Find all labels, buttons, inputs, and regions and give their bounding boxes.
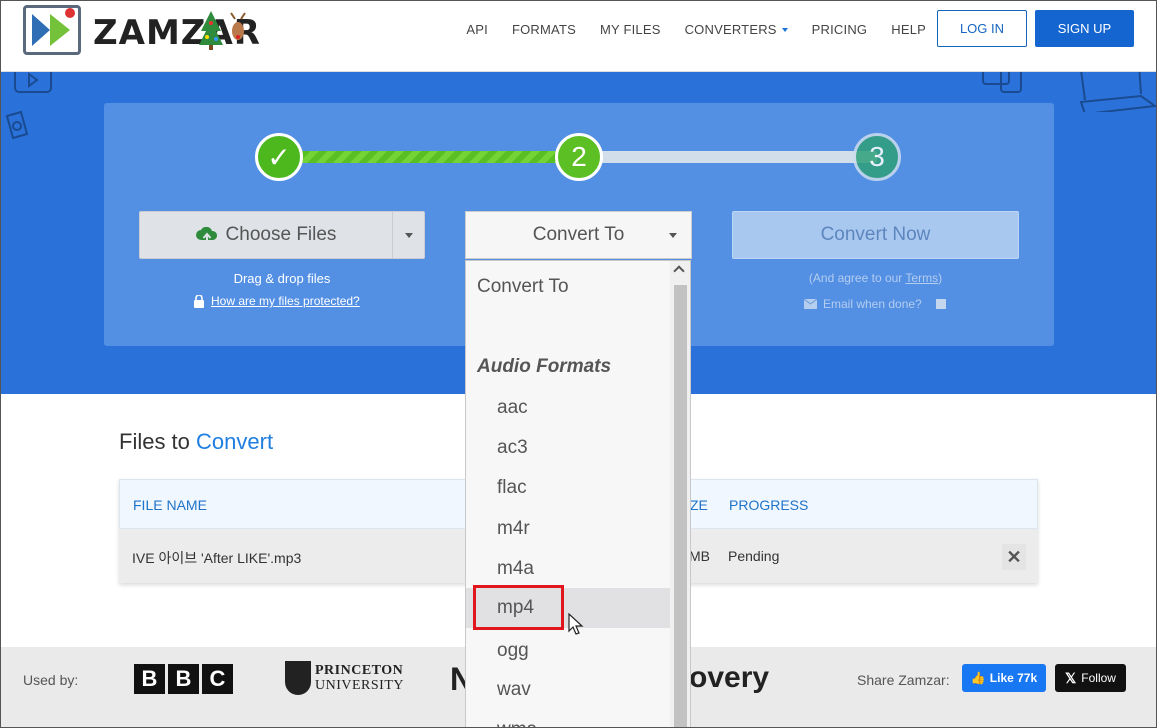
choose-files-button[interactable]: Choose Files xyxy=(139,211,425,259)
col-size: ZE xyxy=(690,497,708,513)
format-option-m4a[interactable]: m4a xyxy=(466,549,670,589)
convert-to-label: Convert To xyxy=(532,224,625,245)
logo-mark xyxy=(23,5,81,55)
signup-button[interactable]: SIGN UP xyxy=(1035,10,1134,47)
app-window: ZAMZAR API FORMATS MY FILES CONVERTERS P… xyxy=(0,0,1157,728)
dropdown-placeholder-option[interactable]: Convert To xyxy=(477,276,681,298)
princeton-line2: UNIVERSITY xyxy=(315,678,404,693)
step-2-current: 2 xyxy=(555,133,603,181)
terms-agreement: (And agree to our Terms) xyxy=(732,271,1019,285)
email-when-done: Email when done? xyxy=(804,297,946,311)
follow-label: Follow xyxy=(1081,671,1116,685)
bbc-logo: B B C xyxy=(134,664,233,694)
thumbs-up-icon: 👍 xyxy=(970,671,986,685)
remove-file-button[interactable]: ✕ xyxy=(1002,544,1026,570)
convert-to-select[interactable]: Convert To xyxy=(465,211,692,259)
nav-formats[interactable]: FORMATS xyxy=(512,22,576,37)
princeton-line1: PRINCETON xyxy=(315,663,404,678)
bbc-letter: C xyxy=(202,664,233,694)
zamzar-logo[interactable]: ZAMZAR xyxy=(23,5,260,61)
audio-formats-group-label: Audio Formats xyxy=(477,356,612,377)
terms-link[interactable]: Terms xyxy=(905,271,938,285)
protection-link-text: How are my files protected? xyxy=(211,294,360,308)
close-icon: ✕ xyxy=(1006,546,1022,567)
bbc-letter: B xyxy=(168,664,199,694)
format-option-m4r[interactable]: m4r xyxy=(466,509,670,549)
logo-arrows-icon xyxy=(32,8,75,46)
like-label: Like 77k xyxy=(989,671,1038,685)
email-when-done-label: Email when done? xyxy=(823,297,922,311)
mouse-pointer-icon xyxy=(568,613,584,635)
cloud-upload-icon xyxy=(195,226,217,244)
decor-file-icon xyxy=(5,72,52,140)
nav-help[interactable]: HELP xyxy=(891,22,926,37)
choose-files-label: Choose Files xyxy=(225,224,337,245)
step-1-complete: ✓ xyxy=(255,133,303,181)
col-progress: PROGRESS xyxy=(729,497,809,513)
format-option-ogg[interactable]: ogg xyxy=(466,631,670,671)
progress-track-completed xyxy=(279,151,579,163)
x-follow-button[interactable]: 𝕏 Follow xyxy=(1055,664,1126,692)
bbc-letter: B xyxy=(134,664,165,694)
nav-pricing[interactable]: PRICING xyxy=(812,22,868,37)
convert-to-dropdown-list[interactable]: Convert To Audio Formats aac ac3 flac m4… xyxy=(465,260,691,727)
nav-api[interactable]: API xyxy=(466,22,488,37)
files-title-accent: Convert xyxy=(196,429,274,454)
drag-drop-hint: Drag & drop files xyxy=(233,271,331,286)
col-file-name: FILE NAME xyxy=(133,497,207,513)
format-option-flac[interactable]: flac xyxy=(466,468,670,508)
format-option-aac[interactable]: aac xyxy=(466,388,670,428)
choose-files-main[interactable]: Choose Files xyxy=(140,212,392,258)
file-size-cell: MB xyxy=(689,548,710,564)
shield-icon xyxy=(285,661,311,695)
progress-cell: Pending xyxy=(728,548,780,564)
nav-converters-label: CONVERTERS xyxy=(684,21,777,37)
login-button[interactable]: LOG IN xyxy=(937,10,1027,47)
caret-down-icon xyxy=(404,232,413,238)
dropdown-scrollbar[interactable] xyxy=(670,261,690,727)
discovery-logo: overy xyxy=(689,661,770,694)
scrollbar-thumb[interactable] xyxy=(674,285,687,727)
princeton-logo: PRINCETON UNIVERSITY xyxy=(285,661,404,695)
christmas-tree-reindeer-icon xyxy=(199,11,246,50)
agree-prefix: (And agree to our xyxy=(808,271,906,285)
x-logo-icon: 𝕏 xyxy=(1065,669,1077,686)
file-name-cell: IVE 아이브 'After LIKE'.mp3 xyxy=(132,550,302,566)
scroll-up-arrow-icon[interactable] xyxy=(673,265,685,277)
nav-converters[interactable]: CONVERTERS xyxy=(685,22,788,37)
step-3-pending: 3 xyxy=(853,133,901,181)
site-header: ZAMZAR API FORMATS MY FILES CONVERTERS P… xyxy=(1,1,1156,72)
main-nav: API FORMATS MY FILES CONVERTERS PRICING … xyxy=(466,1,926,57)
highlight-annotation-box xyxy=(473,585,564,630)
share-label: Share Zamzar: xyxy=(857,672,950,688)
format-option-ac3[interactable]: ac3 xyxy=(466,428,670,468)
facebook-like-button[interactable]: 👍 Like 77k xyxy=(962,664,1046,692)
format-option-wma[interactable]: wma xyxy=(466,710,670,727)
nav-my-files[interactable]: MY FILES xyxy=(600,22,661,37)
envelope-icon xyxy=(804,299,817,309)
choose-files-dropdown-toggle[interactable] xyxy=(392,212,424,258)
used-by-label: Used by: xyxy=(23,672,79,688)
chevron-down-icon xyxy=(781,28,788,33)
format-option-wav[interactable]: wav xyxy=(466,670,670,710)
lock-icon xyxy=(194,294,204,308)
convert-now-button[interactable]: Convert Now xyxy=(732,211,1019,259)
caret-down-icon xyxy=(669,233,677,238)
princeton-wordmark: PRINCETON UNIVERSITY xyxy=(315,663,404,693)
file-protection-link[interactable]: How are my files protected? xyxy=(193,294,360,308)
files-title-prefix: Files to xyxy=(119,429,197,454)
email-when-done-checkbox[interactable] xyxy=(935,299,946,309)
agree-suffix: ) xyxy=(938,271,943,285)
files-to-convert-heading: Files to Convert xyxy=(119,429,273,455)
